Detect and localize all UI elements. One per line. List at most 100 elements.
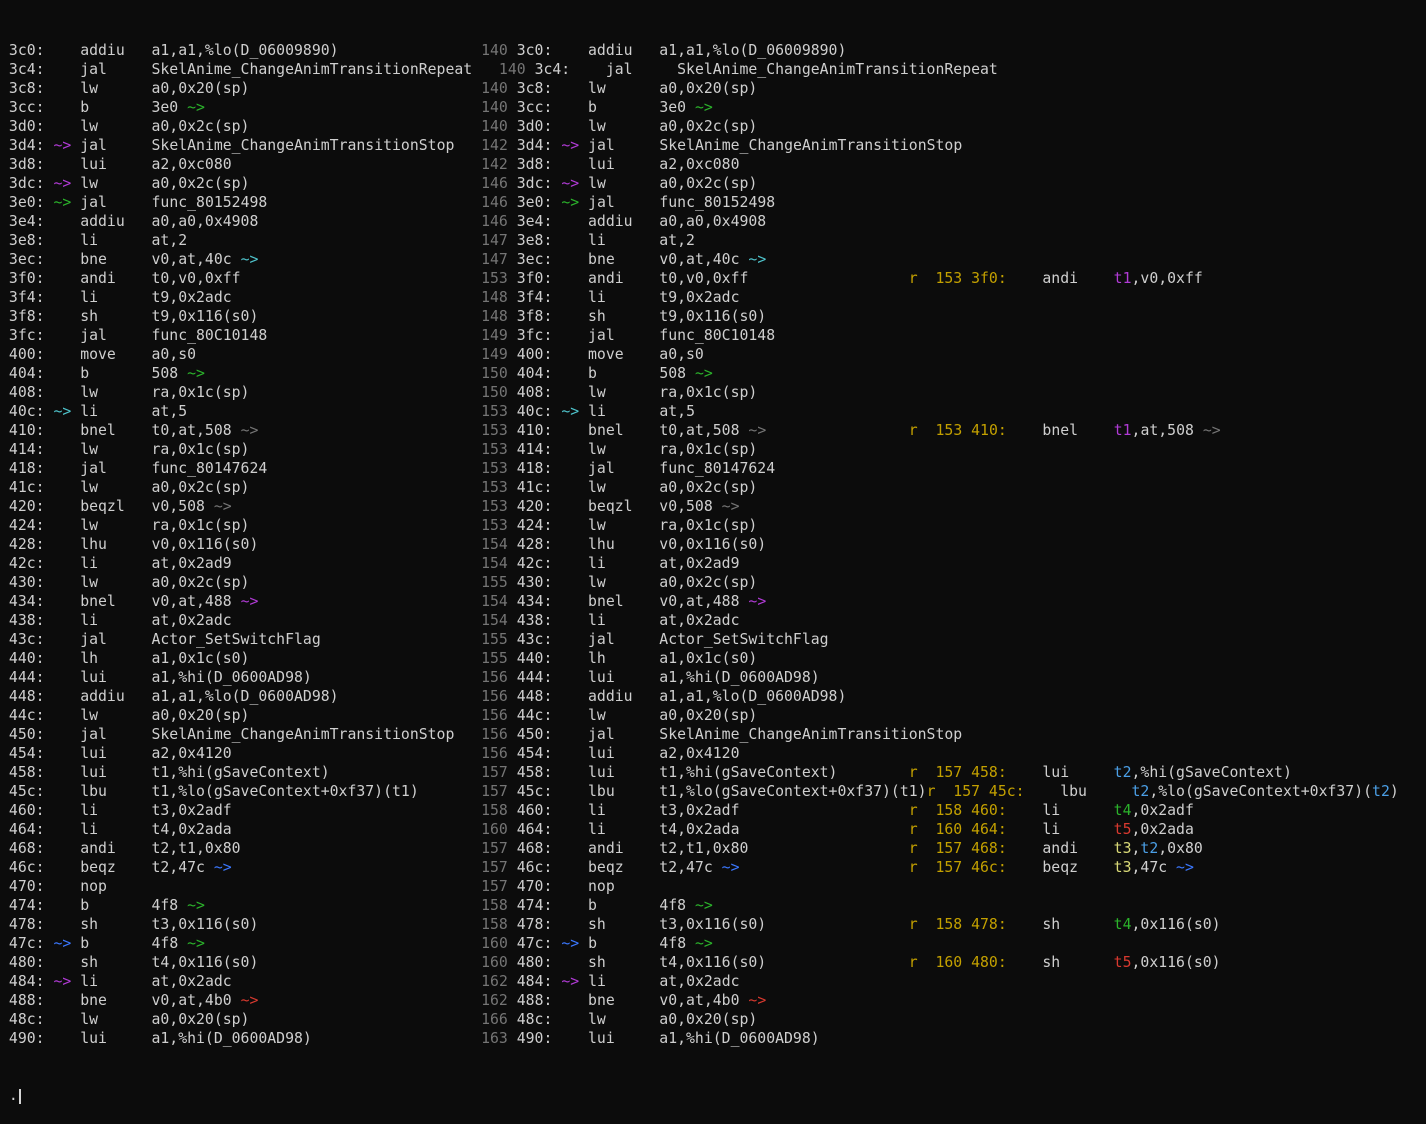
asm-mnemonic: andi — [1042, 270, 1113, 287]
asm-segment: func_80147624 — [659, 460, 775, 477]
asm-address: 3e8: — [0, 232, 45, 249]
asm-segment — [45, 574, 81, 591]
asm-segment — [1007, 764, 1043, 781]
asm-address: 400: — [508, 346, 553, 363]
asm-address: 3d8: — [0, 156, 45, 173]
asm-address: 3f8: — [0, 308, 45, 325]
column-gap — [249, 118, 481, 135]
asm-segment: t9,0x116(s0) — [151, 308, 258, 325]
asm-mnemonic: jal — [80, 194, 151, 211]
asm-segment: ,%hi(gSaveContext) — [1132, 764, 1292, 781]
asm-segment: t1 — [1114, 422, 1132, 439]
column-gap — [241, 270, 482, 287]
asm-segment: 4f8 — [659, 897, 695, 914]
column-gap — [748, 840, 908, 857]
asm-mnemonic: lui — [588, 764, 659, 781]
asm-segment: at,0x2ad9 — [151, 555, 231, 572]
asm-mnemonic: lui — [80, 764, 151, 781]
asm-address: 430: — [0, 574, 45, 591]
asm-segment: ra,0x1c(sp) — [659, 517, 757, 534]
asm-segment — [1007, 840, 1043, 857]
asm-mnemonic: li — [588, 802, 659, 819]
asm-address: 454: — [508, 745, 553, 762]
source-line-number: 158 — [481, 916, 508, 933]
asm-segment — [579, 175, 588, 192]
asm-address: 450: — [508, 726, 553, 743]
source-line-number: 150 — [481, 384, 508, 401]
asm-mnemonic: li — [1042, 821, 1113, 838]
branch-arrow-icon: ~> — [53, 137, 71, 154]
asm-row-3e0: 3e0: ~> jal func_80152498 146 3e0: ~> ja… — [0, 193, 1426, 212]
branch-arrow-icon: ~> — [53, 194, 71, 211]
asm-segment — [45, 61, 81, 78]
asm-address: 488: — [0, 992, 45, 1009]
column-gap — [205, 897, 481, 914]
asm-mnemonic: li — [588, 232, 659, 249]
branch-arrow-icon: ~> — [53, 973, 71, 990]
asm-mnemonic: li — [588, 821, 659, 838]
asm-address: 3c4: — [526, 61, 571, 78]
asm-segment: SkelAnime_ChangeAnimTransitionRepeat — [677, 61, 998, 78]
branch-arrow-icon: ~> — [187, 99, 205, 116]
branch-arrow-icon: ~> — [748, 251, 766, 268]
asm-address: 470: — [508, 878, 553, 895]
asm-address: 3f4: — [508, 289, 553, 306]
asm-mnemonic: nop — [80, 878, 151, 895]
asm-segment — [552, 859, 588, 876]
asm-address: 408: — [508, 384, 553, 401]
asm-row-41c: 41c: lw a0,0x2c(sp) 153 41c: lw a0,0x2c(… — [0, 478, 1426, 497]
asm-segment: a1,%hi(D_0600AD98) — [659, 1030, 819, 1047]
source-line-number: 156 — [481, 707, 508, 724]
asm-mnemonic: sh — [588, 916, 659, 933]
asm-segment — [552, 745, 588, 762]
asm-mnemonic: b — [588, 935, 659, 952]
asm-segment: t1,%lo(gSaveContext+0xf37)(t1) — [151, 783, 418, 800]
asm-segment: at,2 — [659, 232, 695, 249]
column-gap — [205, 365, 481, 382]
asm-segment: ra,0x1c(sp) — [659, 384, 757, 401]
asm-address: 47c: — [0, 935, 45, 952]
column-gap — [249, 517, 481, 534]
source-line-number: 149 — [481, 327, 508, 344]
asm-segment — [579, 403, 588, 420]
column-gap — [258, 251, 481, 268]
diff-reg-marker: r 158 460: — [909, 802, 1007, 819]
asm-mnemonic: b — [588, 99, 659, 116]
asm-address: 3dc: — [0, 175, 45, 192]
asm-segment: t2 — [1372, 783, 1390, 800]
column-gap — [232, 498, 481, 515]
asm-segment: SkelAnime_ChangeAnimTransitionStop — [152, 137, 455, 154]
asm-mnemonic: beqzl — [80, 498, 151, 515]
asm-segment: ,at,508 — [1132, 422, 1203, 439]
asm-address: 478: — [508, 916, 553, 933]
asm-address: 3f8: — [508, 308, 553, 325]
asm-segment: func_80C10148 — [151, 327, 267, 344]
source-line-number: 156 — [481, 726, 508, 743]
asm-mnemonic: jal — [606, 61, 677, 78]
asm-address: 424: — [508, 517, 553, 534]
asm-segment: 3e0 — [659, 99, 695, 116]
column-gap — [196, 346, 481, 363]
asm-address: 464: — [0, 821, 45, 838]
asm-address: 3c0: — [508, 42, 553, 59]
asm-segment: SkelAnime_ChangeAnimTransitionStop — [151, 726, 454, 743]
asm-segment: 3e0 — [151, 99, 187, 116]
asm-segment: ra,0x1c(sp) — [151, 441, 249, 458]
asm-mnemonic: addiu — [80, 688, 151, 705]
asm-row-3f8: 3f8: sh t9,0x116(s0) 148 3f8: sh t9,0x11… — [0, 307, 1426, 326]
asm-address: 484: — [508, 973, 553, 990]
column-gap — [205, 935, 481, 952]
asm-segment: a0,0x2c(sp) — [659, 118, 757, 135]
asm-mnemonic: b — [80, 897, 151, 914]
branch-arrow-icon: ~> — [748, 992, 766, 1009]
asm-address: 488: — [508, 992, 553, 1009]
asm-row-42c: 42c: li at,0x2ad9 154 42c: li at,0x2ad9 — [0, 554, 1426, 573]
diff-reg-marker: r 157 468: — [909, 840, 1007, 857]
asm-segment: t5 — [1114, 821, 1132, 838]
asm-segment — [552, 688, 588, 705]
source-line-number: 140 — [481, 99, 508, 116]
column-gap — [339, 688, 482, 705]
terminal-screen: 3c0: addiu a1,a1,%lo(D_06009890) 140 3c0… — [0, 0, 1426, 1124]
asm-row-430: 430: lw a0,0x2c(sp) 155 430: lw a0,0x2c(… — [0, 573, 1426, 592]
asm-row-418: 418: jal func_80147624 153 418: jal func… — [0, 459, 1426, 478]
